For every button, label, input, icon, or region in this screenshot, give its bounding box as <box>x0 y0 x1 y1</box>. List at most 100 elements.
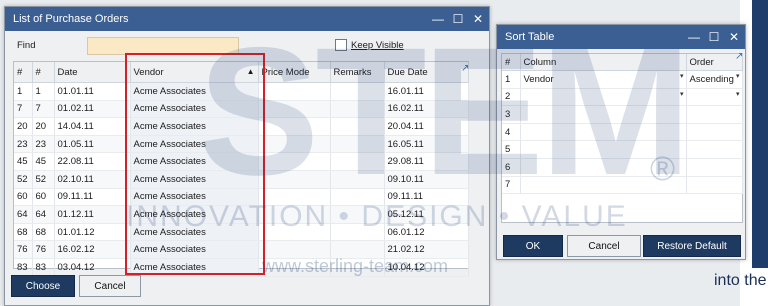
sort-order-select[interactable]: Ascending ▾ <box>686 70 743 89</box>
cell-doc-number[interactable]: 45 <box>32 152 55 171</box>
cell-due-date: 09.10.11 <box>384 170 469 189</box>
table-row[interactable]: 7 7 01.02.11 Acme Associates 16.02.11 <box>14 100 469 119</box>
maximize-icon[interactable]: ☐ <box>449 10 467 28</box>
cell-vendor: Acme Associates <box>130 205 259 224</box>
sort-order-select[interactable]: ▾ <box>686 88 743 107</box>
cell-row-number: 76 <box>14 240 33 259</box>
table-row[interactable]: 68 68 01.01.12 Acme Associates 06.01.12 <box>14 223 469 242</box>
dropdown-arrow-icon[interactable]: ▾ <box>736 72 740 80</box>
cell-doc-number[interactable]: 7 <box>32 100 55 119</box>
table-row[interactable]: 52 52 02.10.11 Acme Associates 09.10.11 <box>14 170 469 189</box>
cell-vendor: Acme Associates <box>130 240 259 259</box>
cell-price-mode <box>258 100 331 119</box>
sort-column-select[interactable] <box>520 140 687 159</box>
dropdown-arrow-icon[interactable]: ▾ <box>736 90 740 98</box>
col-header-doc-number[interactable]: # <box>32 62 55 83</box>
sort-cancel-button[interactable]: Cancel <box>567 235 641 257</box>
table-row[interactable]: 23 23 01.05.11 Acme Associates 16.05.11 <box>14 135 469 154</box>
dropdown-arrow-icon[interactable]: ▾ <box>680 90 684 98</box>
table-row[interactable]: 45 45 22.08.11 Acme Associates 29.08.11 <box>14 152 469 171</box>
sort-order-select[interactable] <box>686 105 743 124</box>
minimize-icon[interactable]: — <box>685 28 703 46</box>
sort-column-select[interactable]: ▾ <box>520 88 687 107</box>
sort-column-select[interactable] <box>520 176 687 195</box>
cell-doc-number[interactable]: 68 <box>32 223 55 242</box>
cell-doc-number[interactable]: 64 <box>32 205 55 224</box>
restore-default-button[interactable]: Restore Default <box>643 235 741 257</box>
cell-doc-number[interactable]: 20 <box>32 117 55 136</box>
cell-due-date: 10.04.12 <box>384 258 469 277</box>
col-header-due-date[interactable]: Due Date <box>384 62 469 83</box>
keep-visible-checkbox[interactable] <box>335 39 347 51</box>
col-header-vendor[interactable]: Vendor ▲ <box>130 62 259 83</box>
sort-row-number: 1 <box>502 70 521 89</box>
ok-button[interactable]: OK <box>503 235 563 257</box>
cell-date: 01.01.11 <box>54 82 131 101</box>
table-row[interactable]: 76 76 16.02.12 Acme Associates 21.02.12 <box>14 240 469 259</box>
cell-date: 22.08.11 <box>54 152 131 171</box>
keep-visible-label: Keep Visible <box>351 40 404 51</box>
minimize-icon[interactable]: — <box>429 10 447 28</box>
cell-doc-number[interactable]: 23 <box>32 135 55 154</box>
cell-price-mode <box>258 258 331 277</box>
sort-row-number: 3 <box>502 105 521 124</box>
expand-arrow-icon[interactable]: ↗ <box>735 51 743 62</box>
sort-table-window: Sort Table — ☐ ✕ # Column Order 1 Vendor ▾… <box>496 24 746 260</box>
po-window-title: List of Purchase Orders <box>13 13 129 25</box>
cell-doc-number[interactable]: 76 <box>32 240 55 259</box>
dropdown-arrow-icon[interactable]: ▾ <box>680 72 684 80</box>
sort-column-select[interactable] <box>520 105 687 124</box>
sort-order-select[interactable] <box>686 123 743 142</box>
cell-price-mode <box>258 152 331 171</box>
sort-column-select[interactable]: Vendor ▾ <box>520 70 687 89</box>
sort-row: 2 ▾ ▾ <box>502 88 743 107</box>
sort-column-select[interactable] <box>520 123 687 142</box>
cell-vendor: Acme Associates <box>130 152 259 171</box>
sort-order-select[interactable] <box>686 176 743 195</box>
sort-column-select[interactable] <box>520 158 687 177</box>
sort-order-select[interactable] <box>686 140 743 159</box>
table-row[interactable]: 60 60 09.11.11 Acme Associates 09.11.11 <box>14 188 469 207</box>
col-header-date[interactable]: Date <box>54 62 131 83</box>
col-header-price-mode[interactable]: Price Mode <box>258 62 331 83</box>
cell-date: 02.10.11 <box>54 170 131 189</box>
sort-titlebar: Sort Table — ☐ ✕ <box>497 25 745 49</box>
table-row[interactable]: 1 1 01.01.11 Acme Associates 16.01.11 <box>14 82 469 101</box>
cell-due-date: 06.01.12 <box>384 223 469 242</box>
sort-order-select[interactable] <box>686 158 743 177</box>
table-row[interactable]: 64 64 01.12.11 Acme Associates 05.12.11 <box>14 205 469 224</box>
sort-row-number: 7 <box>502 176 521 195</box>
cell-date: 01.02.11 <box>54 100 131 119</box>
col-header-row-number[interactable]: # <box>14 62 33 83</box>
cell-vendor: Acme Associates <box>130 100 259 119</box>
cell-remarks <box>330 82 385 101</box>
sort-table-grid: # Column Order 1 Vendor ▾ Ascending ▾ 2 ▾ ▾ 3 4 5 6… <box>501 53 743 223</box>
expand-arrow-icon[interactable]: ↗ <box>461 63 469 74</box>
cell-doc-number[interactable]: 83 <box>32 258 55 277</box>
close-icon[interactable]: ✕ <box>725 28 743 46</box>
cell-doc-number[interactable]: 1 <box>32 82 55 101</box>
cell-price-mode <box>258 188 331 207</box>
cell-date: 09.11.11 <box>54 188 131 207</box>
table-row[interactable]: 20 20 14.04.11 Acme Associates 20.04.11 <box>14 117 469 136</box>
cell-date: 01.05.11 <box>54 135 131 154</box>
cancel-button[interactable]: Cancel <box>79 275 141 297</box>
cell-row-number: 52 <box>14 170 33 189</box>
maximize-icon[interactable]: ☐ <box>705 28 723 46</box>
cell-doc-number[interactable]: 60 <box>32 188 55 207</box>
cell-vendor: Acme Associates <box>130 223 259 242</box>
sort-row-number: 4 <box>502 123 521 142</box>
cell-due-date: 16.01.11 <box>384 82 469 101</box>
sort-row: 7 <box>502 176 743 195</box>
sort-order-select-value: Ascending <box>689 73 734 85</box>
close-icon[interactable]: ✕ <box>469 10 487 28</box>
col-header-remarks[interactable]: Remarks <box>330 62 385 83</box>
cell-price-mode <box>258 117 331 136</box>
sort-row-number: 5 <box>502 140 521 159</box>
find-input[interactable] <box>87 37 239 55</box>
cell-price-mode <box>258 240 331 259</box>
table-row[interactable]: 83 83 03.04.12 Acme Associates 10.04.12 <box>14 258 469 277</box>
choose-button[interactable]: Choose <box>11 275 75 297</box>
cell-due-date: 05.12.11 <box>384 205 469 224</box>
cell-doc-number[interactable]: 52 <box>32 170 55 189</box>
